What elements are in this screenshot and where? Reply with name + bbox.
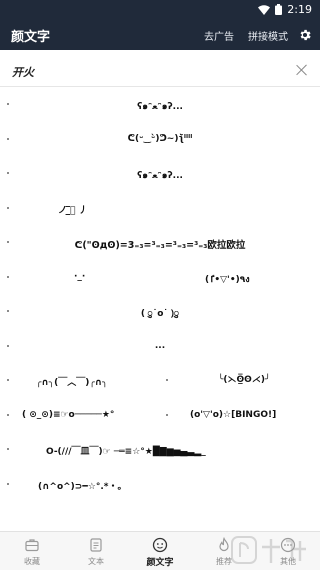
tab-label: 收藏: [24, 557, 40, 566]
bullet: [7, 448, 9, 450]
list-item: ·_· ٩(•'▽•ٵ)ง: [0, 261, 320, 296]
kaomoji-item[interactable]: ノ ۞̲̲̅̅ 丿: [58, 203, 88, 216]
tab-label: 颜文字: [146, 558, 174, 568]
close-icon[interactable]: [295, 63, 309, 77]
tab-label: 其他: [280, 557, 296, 566]
app-bar: 颜文字 去广告 拼接模式: [0, 20, 320, 50]
kaomoji-item[interactable]: ʕ๑ᵔﻌᵔ๑ʔ...: [137, 99, 183, 113]
tab-favorites[interactable]: 收藏: [0, 532, 64, 570]
status-time: 2:19: [287, 3, 312, 16]
briefcase-icon: [24, 537, 40, 553]
list-item: O-(///￣皿￣)☞ ─═≡☆°★█▇▆▅▄▃▂_: [0, 433, 320, 468]
kaomoji-item[interactable]: ᕦ(ᵕ‿ᵕ̀)ᕤ~)ʅ̃̀ᴵᴵᴵᴵ: [128, 134, 193, 144]
bullet: [7, 379, 9, 381]
bullet: [7, 275, 9, 278]
list-item: (∩^o^)⊃━☆°.*・。: [0, 468, 320, 503]
bullet: [7, 172, 9, 174]
concat-mode-button[interactable]: 拼接模式: [248, 28, 288, 43]
tab-other[interactable]: 其他: [256, 532, 320, 570]
face-icon: [152, 537, 168, 553]
tab-kaomoji[interactable]: 颜文字: [128, 532, 192, 570]
flame-icon: [216, 536, 232, 553]
kaomoji-list: ʕ๑ᵔﻌᵔ๑ʔ... ᕦ(ᵕ‿ᵕ̀)ᕤ~)ʅ̃̀ᴵᴵᴵᴵ ʕ๑ᵔﻌᵔ๑ʔ... …: [0, 88, 320, 502]
kaomoji-item[interactable]: ( ⊙_⊙)≡☞o─────★°: [22, 410, 114, 420]
settings-gear-icon[interactable]: [298, 28, 312, 42]
bullet: [7, 103, 9, 105]
tab-text[interactable]: 文本: [64, 532, 128, 570]
tab-recommend[interactable]: 推荐: [192, 532, 256, 570]
bullet: [7, 206, 9, 209]
kaomoji-item[interactable]: (∩^o^)⊃━☆°.*・。: [38, 479, 126, 492]
bullet: [166, 379, 168, 381]
status-bar: 2:19: [0, 0, 320, 20]
list-item: ʕ๑ᵔﻌᵔ๑ʔ...: [0, 88, 320, 123]
kaomoji-item[interactable]: (o'▽'o)☆[BINGO!]: [190, 410, 276, 420]
list-item: ʕ๑ᵔﻌᵔ๑ʔ...: [0, 157, 320, 192]
bullet: [7, 482, 9, 485]
kaomoji-item[interactable]: ...: [155, 341, 165, 351]
list-item: ( ु˙o˙ )ु: [0, 295, 320, 330]
battery-icon: [275, 4, 283, 15]
kaomoji-item[interactable]: O-(///￣皿￣)☞ ─═≡☆°★█▇▆▅▄▃▂_: [46, 444, 206, 457]
section-title: 开火: [12, 66, 34, 79]
kaomoji-item[interactable]: ( ु˙o˙ )ु: [141, 306, 179, 319]
list-item: ᕦ("ʘдʘ)=3₌₃=³₌₃=³₌₃=³₌₃欧拉欧拉: [0, 226, 320, 261]
app-title: 颜文字: [11, 30, 51, 45]
kaomoji-item[interactable]: ╭∩╮(￣︿￣)╭∩╮: [36, 375, 108, 388]
list-item: ╭∩╮(￣︿￣)╭∩╮ ╰(⋋ʘ̲̅ʘ⋌)╯: [0, 364, 320, 399]
document-icon: [88, 537, 104, 553]
list-item: ...: [0, 330, 320, 365]
bullet: [7, 344, 9, 347]
kaomoji-item[interactable]: ·_·: [74, 272, 85, 282]
more-icon: [280, 537, 296, 553]
bullet: [7, 310, 9, 312]
bullet: [7, 137, 9, 140]
wifi-icon: [258, 4, 271, 15]
bullet: [166, 413, 168, 416]
kaomoji-item[interactable]: ٩(•'▽•ٵ)ง: [205, 272, 250, 286]
bottom-tab-bar: 收藏 文本 颜文字 推荐 其他: [0, 531, 320, 570]
app-actions: 去广告 拼接模式: [204, 20, 312, 50]
list-item: ノ ۞̲̲̅̅ 丿: [0, 192, 320, 227]
bullet: [7, 241, 9, 243]
kaomoji-item[interactable]: ╰(⋋ʘ̲̅ʘ⋌)╯: [218, 375, 270, 385]
section-header: 开火: [0, 56, 320, 87]
tab-label: 文本: [88, 557, 104, 566]
status-indicators: 2:19: [258, 3, 312, 16]
list-item: ( ⊙_⊙)≡☞o─────★° (o'▽'o)☆[BINGO!]: [0, 399, 320, 434]
list-item: ᕦ(ᵕ‿ᵕ̀)ᕤ~)ʅ̃̀ᴵᴵᴵᴵ: [0, 123, 320, 158]
remove-ads-button[interactable]: 去广告: [204, 28, 234, 43]
tab-label: 推荐: [216, 557, 232, 566]
bullet: [7, 413, 9, 416]
kaomoji-item[interactable]: ᕦ("ʘдʘ)=3₌₃=³₌₃=³₌₃=³₌₃欧拉欧拉: [75, 237, 246, 251]
kaomoji-item[interactable]: ʕ๑ᵔﻌᵔ๑ʔ...: [137, 168, 183, 182]
